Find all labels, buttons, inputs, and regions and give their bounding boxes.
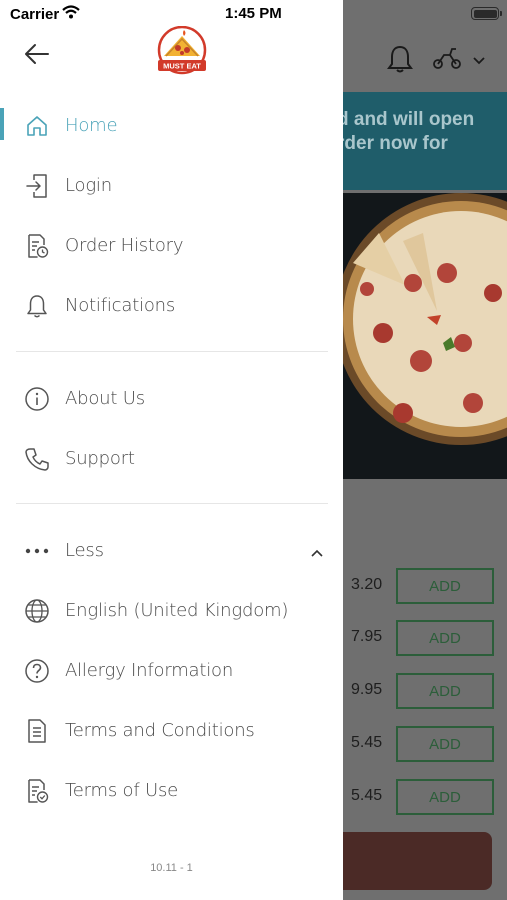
menu-item-label: Home <box>65 114 118 136</box>
item-price: 5.45 <box>351 734 383 751</box>
question-icon <box>24 658 50 684</box>
menu-item-support[interactable]: Support <box>0 434 343 482</box>
item-price: 9.95 <box>351 681 383 698</box>
add-button[interactable]: ADD <box>396 726 494 762</box>
menu-item-row: 3.20 ADD <box>343 568 507 604</box>
item-price: 7.95 <box>351 628 383 645</box>
home-icon <box>24 113 50 139</box>
document-check-icon <box>24 778 50 804</box>
phone-icon <box>24 446 50 472</box>
app-version: 10.11 - 1 <box>150 862 193 874</box>
logo-text: MUST EAT <box>163 62 201 71</box>
battery-icon <box>471 7 502 20</box>
wifi-icon <box>62 5 80 24</box>
add-button[interactable]: ADD <box>396 673 494 709</box>
status-bar: Carrier 1:45 PM <box>0 0 507 28</box>
menu-item-label: Login <box>65 174 112 196</box>
menu-toggle-less[interactable]: Less <box>0 526 343 574</box>
menu-item-language[interactable]: English (United Kingdom) <box>0 586 343 634</box>
chevron-up-icon <box>310 545 324 563</box>
item-price: 5.45 <box>351 787 383 804</box>
menu-item-label: Allergy Information <box>65 659 234 681</box>
menu-item-allergy-information[interactable]: Allergy Information <box>0 646 343 694</box>
menu-item-label: Notifications <box>65 294 176 316</box>
checkout-bar <box>343 832 492 890</box>
pizza-photo <box>343 193 507 479</box>
add-button[interactable]: ADD <box>396 779 494 815</box>
menu-item-notifications[interactable]: Notifications <box>0 281 343 329</box>
chevron-down-icon <box>472 53 486 71</box>
menu-item-label: English (United Kingdom) <box>65 599 289 621</box>
info-icon <box>24 386 50 412</box>
item-price: 3.20 <box>351 576 383 593</box>
menu-item-about-us[interactable]: About Us <box>0 374 343 422</box>
menu-item-label: Terms of Use <box>65 779 179 801</box>
add-button[interactable]: ADD <box>396 620 494 656</box>
banner-line-1: d and will open <box>343 109 475 130</box>
menu-item-login[interactable]: Login <box>0 161 343 209</box>
menu-item-label: Terms and Conditions <box>65 719 255 741</box>
menu-item-home[interactable]: Home <box>0 101 343 149</box>
back-button[interactable] <box>24 40 54 68</box>
bell-icon <box>387 44 413 79</box>
menu-item-label: Order History <box>65 234 184 256</box>
menu-item-label: Support <box>65 447 135 469</box>
menu-item-order-history[interactable]: Order History <box>0 221 343 269</box>
banner-line-2: rder now for <box>343 133 448 154</box>
status-time: 1:45 PM <box>225 5 282 22</box>
add-button[interactable]: ADD <box>396 568 494 604</box>
more-dots-icon <box>24 538 50 564</box>
side-drawer: MUST EAT Home Login Order History Notifi… <box>0 0 343 900</box>
menu-divider <box>16 503 328 504</box>
globe-icon <box>24 598 50 624</box>
carrier-label: Carrier <box>10 6 60 23</box>
bell-icon <box>24 293 50 319</box>
menu-item-row: 5.45 ADD <box>343 726 507 762</box>
brand-logo: MUST EAT <box>154 25 210 78</box>
menu-item-terms-of-use[interactable]: Terms of Use <box>0 766 343 814</box>
order-history-icon <box>24 233 50 259</box>
menu-divider <box>16 351 328 352</box>
arrow-left-icon <box>25 44 49 64</box>
menu-item-label: About Us <box>65 387 145 409</box>
store-closed-banner: d and will open rder now for <box>343 92 507 190</box>
login-icon <box>24 173 50 199</box>
menu-item-terms-and-conditions[interactable]: Terms and Conditions <box>0 706 343 754</box>
menu-item-row: 5.45 ADD <box>343 779 507 815</box>
document-icon <box>24 718 50 744</box>
scooter-icon <box>432 45 462 76</box>
menu-item-label: Less <box>65 539 104 561</box>
menu-item-row: 7.95 ADD <box>343 620 507 656</box>
menu-item-row: 9.95 ADD <box>343 673 507 709</box>
